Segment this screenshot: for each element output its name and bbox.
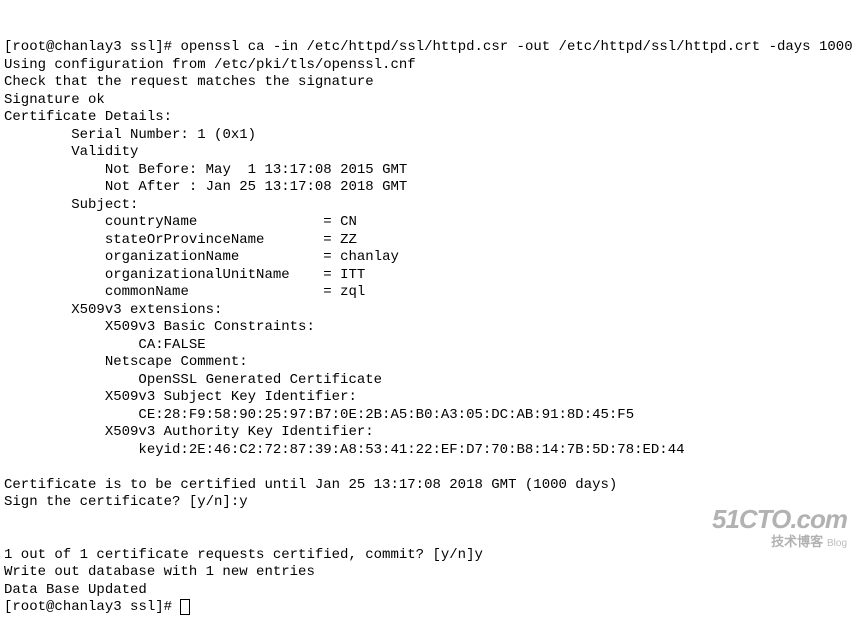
watermark-blog: Blog bbox=[827, 538, 847, 549]
output-line: Write out database with 1 new entries bbox=[4, 564, 315, 580]
output-line: CA:FALSE bbox=[4, 337, 206, 353]
output-line: Certificate is to be certified until Jan… bbox=[4, 477, 617, 493]
output-line: Signature ok bbox=[4, 92, 105, 108]
output-line: Not After : Jan 25 13:17:08 2018 GMT bbox=[4, 179, 407, 195]
shell-prompt[interactable]: [root@chanlay3 ssl]# bbox=[4, 599, 190, 615]
cursor-icon bbox=[180, 599, 190, 615]
output-line: Validity bbox=[4, 144, 138, 160]
output-line: Data Base Updated bbox=[4, 582, 147, 598]
output-line: CE:28:F9:58:90:25:97:B7:0E:2B:A5:B0:A3:0… bbox=[4, 407, 634, 423]
output-line: X509v3 Subject Key Identifier: bbox=[4, 389, 357, 405]
sign-prompt[interactable]: Sign the certificate? [y/n]:y bbox=[4, 494, 248, 510]
output-line: commonName = zql bbox=[4, 284, 365, 300]
output-line: Using configuration from /etc/pki/tls/op… bbox=[4, 57, 416, 73]
output-line: X509v3 Basic Constraints: bbox=[4, 319, 315, 335]
watermark: 51CTO.com 技术博客 Blog bbox=[712, 505, 847, 549]
output-line: Check that the request matches the signa… bbox=[4, 74, 374, 90]
output-line: X509v3 extensions: bbox=[4, 302, 222, 318]
command-line[interactable]: openssl ca -in /etc/httpd/ssl/httpd.csr … bbox=[180, 39, 852, 55]
watermark-main: 51CTO.com bbox=[712, 505, 847, 534]
output-line: keyid:2E:46:C2:72:87:39:A8:53:41:22:EF:D… bbox=[4, 442, 685, 458]
output-line: Netscape Comment: bbox=[4, 354, 248, 370]
watermark-sub: 技术博客 bbox=[771, 534, 823, 549]
output-line: organizationalUnitName = ITT bbox=[4, 267, 365, 283]
output-line: Serial Number: 1 (0x1) bbox=[4, 127, 256, 143]
output-line: Certificate Details: bbox=[4, 109, 172, 125]
commit-prompt[interactable]: 1 out of 1 certificate requests certifie… bbox=[4, 547, 483, 563]
output-line: Subject: bbox=[4, 197, 138, 213]
output-line: organizationName = chanlay bbox=[4, 249, 399, 265]
output-line: stateOrProvinceName = ZZ bbox=[4, 232, 357, 248]
output-line: OpenSSL Generated Certificate bbox=[4, 372, 382, 388]
output-line: X509v3 Authority Key Identifier: bbox=[4, 424, 374, 440]
terminal-output: [root@chanlay3 ssl]# bbox=[4, 39, 180, 55]
output-line: Not Before: May 1 13:17:08 2015 GMT bbox=[4, 162, 407, 178]
output-line: countryName = CN bbox=[4, 214, 357, 230]
